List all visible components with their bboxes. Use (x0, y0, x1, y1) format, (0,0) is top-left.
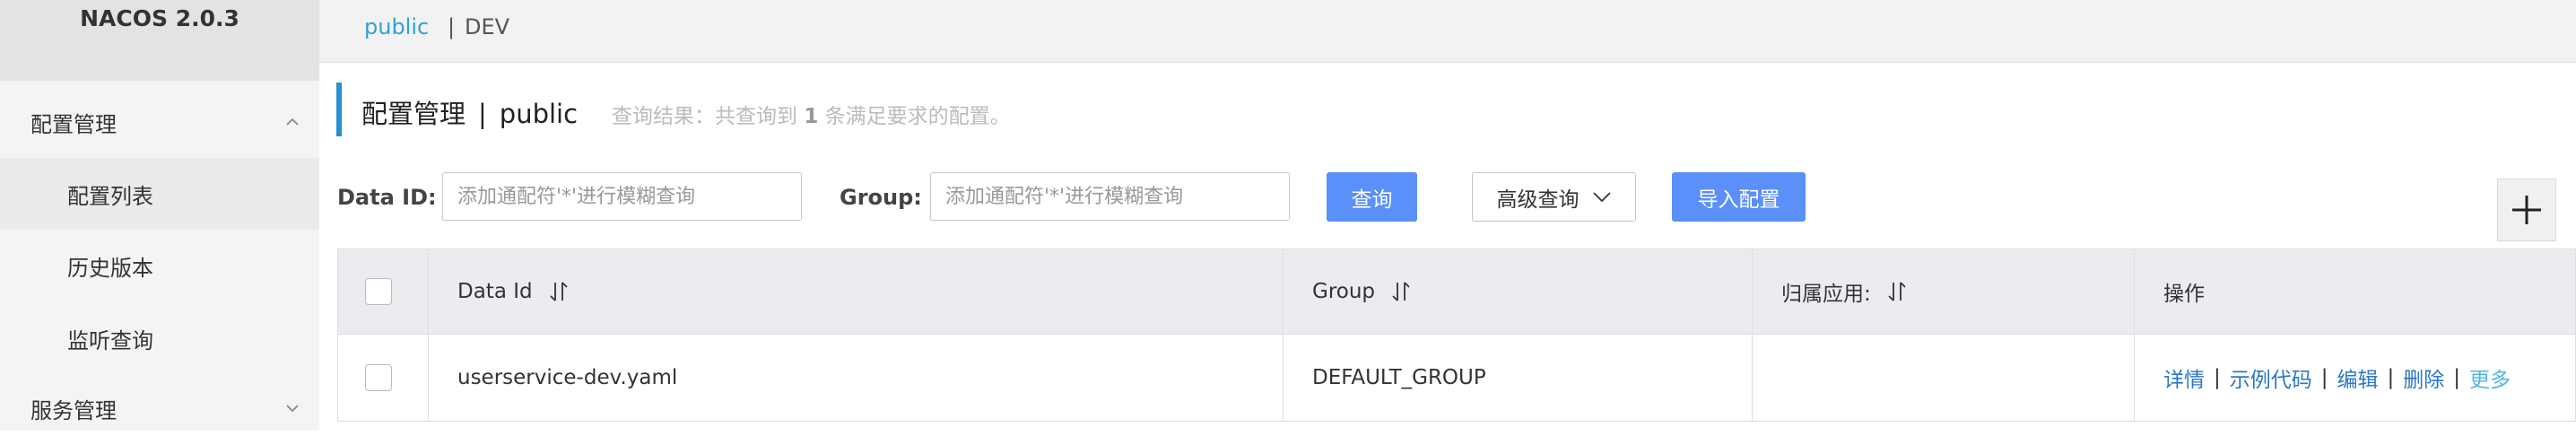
column-header-group: Group (1284, 249, 1753, 334)
namespace-bar: public | DEV (319, 0, 2576, 63)
action-separator: | (2387, 366, 2395, 389)
query-result-count: 1 (804, 105, 819, 128)
sidebar-group-service-management[interactable]: 服务管理 (0, 380, 319, 436)
table-row: userservice-dev.yaml DEFAULT_GROUP 详情 | … (338, 335, 2575, 421)
sidebar-item-label: 配置列表 (67, 183, 153, 209)
query-result-prefix: 查询结果：共查询到 (612, 105, 797, 128)
cell-app (1753, 335, 2135, 421)
sidebar-item-listener-query[interactable]: 监听查询 (0, 302, 319, 374)
namespace-separator: | (448, 14, 456, 39)
page-title-text: 配置管理 (361, 99, 466, 129)
sort-arrows-icon[interactable] (1887, 280, 1907, 303)
action-separator: | (2320, 366, 2328, 389)
sidebar-group-config-management[interactable]: 配置管理 (0, 94, 319, 150)
namespace-dev-link[interactable]: DEV (465, 14, 509, 39)
add-config-button[interactable] (2497, 179, 2556, 241)
config-table: Data Id Group 归属应用: 操作 userservice-dev.y… (337, 249, 2576, 422)
query-button[interactable]: 查询 (1327, 172, 1417, 222)
sidebar-item-label: 历史版本 (67, 255, 153, 281)
advanced-query-label: 高级查询 (1496, 187, 1580, 212)
app-title: NACOS 2.0.3 (80, 5, 239, 31)
column-header-label: Group (1312, 280, 1376, 303)
cell-data-id: userservice-dev.yaml (429, 335, 1284, 421)
header-select-cell (338, 249, 429, 334)
cell-group: DEFAULT_GROUP (1284, 335, 1753, 421)
query-result-suffix: 条满足要求的配置。 (824, 105, 1011, 128)
sidebar: NACOS 2.0.3 配置管理 配置列表 历史版本 监听查询 服务管理 (0, 0, 319, 431)
page-title-separator: | (478, 99, 487, 129)
action-separator: | (2453, 366, 2460, 389)
sidebar-item-label: 监听查询 (67, 327, 153, 353)
sidebar-group-label: 配置管理 (30, 111, 117, 137)
sample-code-link[interactable]: 示例代码 (2230, 362, 2312, 393)
column-header-label: 归属应用: (1781, 283, 1871, 306)
edit-link[interactable]: 编辑 (2337, 362, 2379, 393)
page-title-namespace: public (499, 99, 579, 129)
table-header: Data Id Group 归属应用: 操作 (338, 249, 2575, 335)
group-label: Group: (840, 185, 922, 210)
sidebar-item-history-versions[interactable]: 历史版本 (0, 230, 319, 301)
advanced-query-button[interactable]: 高级查询 (1472, 172, 1636, 222)
column-header-app: 归属应用: (1753, 249, 2135, 334)
action-separator: | (2214, 366, 2221, 389)
plus-icon (2512, 196, 2541, 224)
chevron-up-icon (286, 118, 299, 126)
import-config-button[interactable]: 导入配置 (1672, 172, 1806, 222)
data-id-label: Data ID: (337, 185, 437, 210)
column-header-actions: 操作 (2135, 249, 2575, 334)
column-header-data-id: Data Id (429, 249, 1284, 334)
data-id-value: userservice-dev.yaml (457, 366, 678, 389)
sidebar-group-label: 服务管理 (30, 397, 117, 423)
chevron-down-icon (1592, 191, 1611, 202)
query-result-summary: 查询结果：共查询到 1 条满足要求的配置。 (612, 99, 1011, 129)
row-select-cell (338, 335, 429, 421)
more-link[interactable]: 更多 (2469, 362, 2511, 393)
page-title: 配置管理 | public (361, 93, 578, 131)
namespace-public-link[interactable]: public (364, 14, 429, 39)
group-input[interactable] (930, 172, 1290, 221)
brand: NACOS 2.0.3 (0, 0, 319, 81)
sort-arrows-icon[interactable] (549, 280, 569, 303)
data-id-input[interactable] (442, 172, 802, 221)
sidebar-item-config-list[interactable]: 配置列表 (0, 158, 319, 230)
details-link[interactable]: 详情 (2163, 362, 2205, 393)
group-value: DEFAULT_GROUP (1312, 366, 1486, 389)
chevron-down-icon (286, 405, 299, 413)
delete-link[interactable]: 删除 (2403, 362, 2444, 393)
column-header-label: Data Id (457, 280, 533, 303)
title-accent-bar (336, 83, 342, 136)
select-all-checkbox[interactable] (365, 278, 392, 305)
column-header-label: 操作 (2163, 283, 2205, 306)
row-checkbox[interactable] (365, 364, 392, 391)
cell-actions: 详情 | 示例代码 | 编辑 | 删除 | 更多 (2135, 335, 2575, 421)
sort-arrows-icon[interactable] (1391, 280, 1411, 303)
